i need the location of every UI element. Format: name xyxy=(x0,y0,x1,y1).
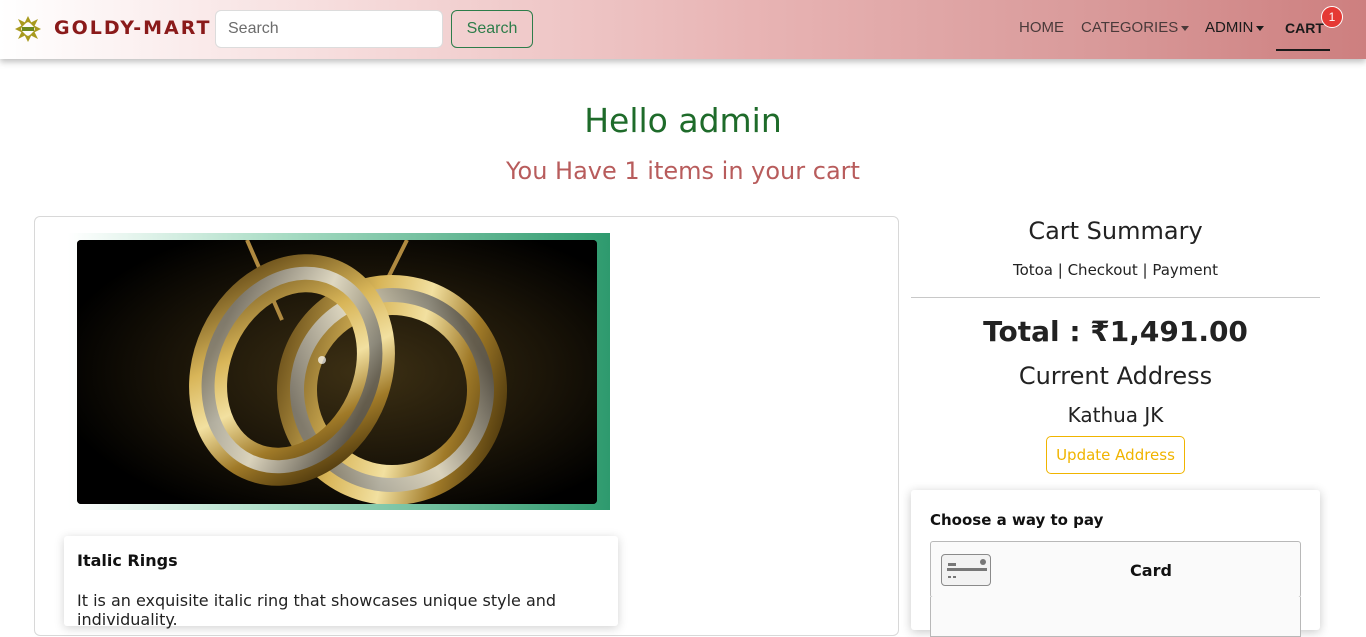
nav-admin-label: ADMIN xyxy=(1205,19,1254,36)
update-address-button[interactable]: Update Address xyxy=(1046,436,1185,474)
divider xyxy=(911,297,1320,298)
cart-total: Total : ₹1,491.00 xyxy=(983,315,1248,348)
nav-categories-label: CATEGORIES xyxy=(1081,19,1179,36)
current-address: Kathua JK xyxy=(1067,403,1164,427)
payment-title: Choose a way to pay xyxy=(930,511,1104,529)
logo-icon[interactable] xyxy=(13,14,43,44)
nav-cart[interactable]: CART xyxy=(1285,20,1324,36)
navbar: GOLDY-MART Search HOME CATEGORIES ADMIN … xyxy=(0,0,1366,59)
payment-option-card[interactable]: Card xyxy=(930,541,1301,598)
payment-option[interactable] xyxy=(930,597,1301,637)
address-title: Current Address xyxy=(1018,362,1213,390)
cart-items-count: You Have 1 items in your cart xyxy=(506,157,860,185)
greeting-title: Hello admin xyxy=(584,101,782,140)
search-input[interactable] xyxy=(215,10,443,48)
summary-subtitle: Totoa | Checkout | Payment xyxy=(1012,261,1219,279)
caret-down-icon xyxy=(1256,25,1265,31)
product-image xyxy=(77,240,597,504)
payment-option-label: Card xyxy=(1130,561,1172,580)
product-description: It is an exquisite italic ring that show… xyxy=(77,591,557,629)
brand-name[interactable]: GOLDY-MART xyxy=(54,17,211,39)
payment-card: Choose a way to pay Card xyxy=(911,490,1320,637)
nav-home[interactable]: HOME xyxy=(1019,19,1064,36)
nav-categories-dropdown[interactable]: CATEGORIES xyxy=(1081,19,1190,36)
product-name[interactable]: Italic Rings xyxy=(77,551,178,570)
search-button[interactable]: Search xyxy=(451,10,533,48)
summary-title: Cart Summary xyxy=(1028,217,1203,245)
product-info-card: Italic Rings It is an exquisite italic r… xyxy=(64,536,618,629)
cart-count-badge: 1 xyxy=(1321,6,1343,28)
caret-down-icon xyxy=(1181,25,1190,31)
nav-admin-dropdown[interactable]: ADMIN xyxy=(1205,19,1265,36)
active-tab-indicator xyxy=(1276,49,1330,51)
